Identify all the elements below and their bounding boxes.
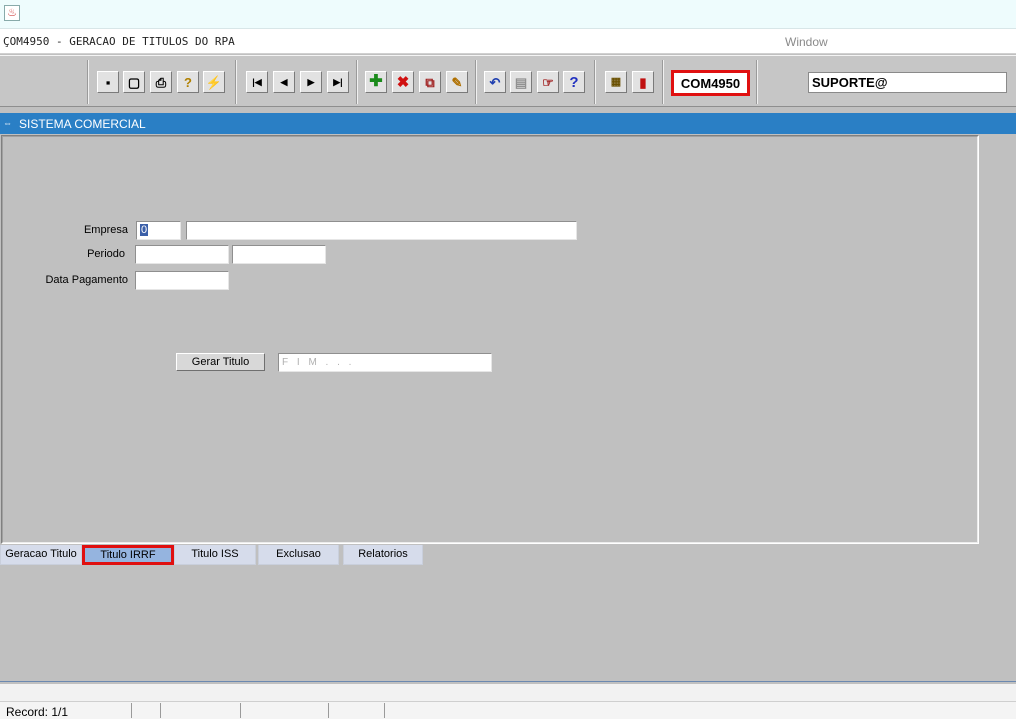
next-record-icon[interactable]: ▶ <box>300 71 322 93</box>
print-icon[interactable]: ⎙ <box>150 71 172 93</box>
message-line <box>0 684 1016 701</box>
insert-record-icon[interactable]: ✚ <box>365 71 387 93</box>
form-code: COM4950 <box>671 70 750 96</box>
data-pagamento-input[interactable] <box>135 271 229 290</box>
delete-record-icon[interactable]: ✖ <box>392 71 414 93</box>
tab-titulo-iss[interactable]: Titulo ISS <box>174 545 256 565</box>
clear-icon[interactable]: ▢ <box>123 71 145 93</box>
user-field: SUPORTE@ <box>808 72 1007 93</box>
exit-icon[interactable]: ▮ <box>632 71 654 93</box>
data-pagamento-label: Data Pagamento <box>45 274 128 286</box>
menu-icon[interactable]: ▦ <box>605 71 627 93</box>
periodo-start-input[interactable] <box>135 245 229 264</box>
last-record-icon[interactable]: ▶| <box>327 71 349 93</box>
tab-relatorios[interactable]: Relatorios <box>343 545 423 565</box>
tab-geracao-titulo[interactable]: Geracao Titulo <box>0 545 82 565</box>
previous-record-icon[interactable]: ◀ <box>273 71 295 93</box>
java-icon: ♨ <box>4 5 20 21</box>
toolbar: ▪ ▢ ⎙ ? ⚡ |◀ ◀ ▶ ▶| ✚ ✖ ⧉ ✎ ↶ ▤ ☞ ? ▦ ▮ … <box>0 55 1016 107</box>
bottom-divider <box>0 681 1016 682</box>
query-execute-icon[interactable]: ⚡ <box>203 71 225 93</box>
empresa-name-input[interactable] <box>186 221 577 240</box>
main-panel <box>1 135 979 544</box>
module-title: SISTEMA COMERCIAL <box>19 117 146 131</box>
lov-icon[interactable]: ☞ <box>537 71 559 93</box>
top-strip: ♨ <box>0 0 1016 29</box>
periodo-end-input[interactable] <box>232 245 326 264</box>
empresa-code-input[interactable]: 0 <box>136 221 181 240</box>
module-header: ⇔ SISTEMA COMERCIAL <box>0 113 1016 134</box>
query-enter-icon[interactable]: ? <box>177 71 199 93</box>
duplicate-record-icon[interactable]: ⧉ <box>419 71 441 93</box>
record-indicator: Record: 1/1 <box>6 705 69 719</box>
status-field: F I M . . . <box>278 353 492 372</box>
edit-icon[interactable]: ✎ <box>446 71 468 93</box>
tab-titulo-irrf[interactable]: Titulo IRRF <box>82 545 174 565</box>
window-title: ÇOM4950 - GERACAO DE TITULOS DO RPA <box>3 35 235 48</box>
first-record-icon[interactable]: |◀ <box>246 71 268 93</box>
empresa-label: Empresa <box>83 224 128 236</box>
window-icon: ⇔ <box>3 118 12 128</box>
periodo-label: Periodo <box>87 248 125 260</box>
title-bar: ÇOM4950 - GERACAO DE TITULOS DO RPA Wind… <box>0 29 1016 54</box>
help-icon[interactable]: ? <box>563 71 585 93</box>
tab-exclusao[interactable]: Exclusao <box>258 545 339 565</box>
undo-icon[interactable]: ↶ <box>484 71 506 93</box>
status-bar: Record: 1/1 <box>0 701 1016 719</box>
save-icon[interactable]: ▪ <box>97 71 119 93</box>
menu-window[interactable]: Window <box>785 35 828 49</box>
list-icon[interactable]: ▤ <box>510 71 532 93</box>
gerar-titulo-button[interactable]: Gerar Titulo <box>176 353 265 371</box>
